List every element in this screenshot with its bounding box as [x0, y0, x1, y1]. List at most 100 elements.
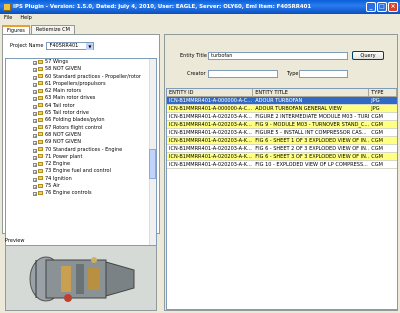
expand-icon[interactable]: + [33, 112, 37, 117]
expand-icon[interactable]: + [33, 177, 37, 182]
tab-strip: Figures Retiemize CM [2, 25, 76, 34]
tree-item[interactable]: +67 Rotors flight control [6, 125, 156, 132]
tree-item-label: 74 Ignition [45, 175, 72, 182]
table-row[interactable]: ICN-B1MMRR401-A-020203-A-K... FIG 10 - EX… [167, 161, 397, 169]
expand-icon[interactable]: + [33, 133, 37, 138]
column-header-entity-id[interactable]: ENTITY ID [167, 89, 254, 96]
tree-item[interactable]: +76 Engine controls [6, 190, 156, 197]
expand-icon[interactable]: + [33, 90, 37, 95]
folder-icon [38, 66, 43, 71]
tree-item-label: 65 Tail rotor drive [45, 110, 89, 117]
table-row[interactable]: ICN-B1MMRR401-A-000000-A-C... ADOUR TURBO… [167, 97, 397, 105]
tree-item[interactable]: +62 Main rotors [6, 88, 156, 95]
cell-entity-id: ICN-B1MMRR401-A-020203-A-K... [169, 154, 252, 160]
tree-item-label: 63 Main rotor drives [45, 95, 96, 102]
folder-icon [38, 183, 43, 188]
tree-item[interactable]: +73 Engine fuel and control [6, 168, 156, 175]
expand-icon[interactable]: + [33, 163, 37, 168]
cell-entity-id: ICN-B1MMRR401-A-020203-A-K... [169, 146, 252, 152]
table-row[interactable]: ICN-B1MMRR401-A-020203-A-K... FIGURE 2 IN… [167, 113, 397, 121]
tree-item-label: 67 Rotors flight control [45, 124, 103, 131]
cell-entity-title: FIG 6 - SHEET 2 OF 3 EXPLODED VIEW OF IN… [255, 146, 370, 152]
tree-item[interactable]: +58 NOT GIVEN [6, 66, 156, 73]
close-button[interactable]: × [388, 2, 398, 12]
cell-type: JPG [371, 98, 380, 104]
tree-item[interactable]: +75 Air [6, 183, 156, 190]
table-row[interactable]: ICN-B1MMRR401-A-020203-A-K... FIG 9 - MOD… [167, 121, 397, 129]
table-row[interactable]: ICN-B1MMRR401-A-000000-A-C... ADOUR TURBO… [167, 105, 397, 113]
cell-entity-title: FIG 6 - SHEET 1 OF 3 EXPLODED VIEW OF IN… [255, 138, 370, 144]
tree-item[interactable]: +74 Ignition [6, 176, 156, 183]
tree-item[interactable]: +71 Power plant [6, 154, 156, 161]
tree-item[interactable]: +64 Tail rotor [6, 103, 156, 110]
expand-icon[interactable]: + [33, 97, 37, 102]
expand-icon[interactable]: + [33, 82, 37, 87]
type-label: Type [287, 71, 299, 77]
tree-item[interactable]: +57 Wings [6, 59, 156, 66]
expand-icon[interactable]: + [33, 192, 37, 197]
tree-item-label: 60 Standard practices - Propeller/rotor [45, 73, 141, 80]
expand-icon[interactable]: + [33, 155, 37, 160]
expand-icon[interactable]: + [33, 126, 37, 131]
tree-item[interactable]: +66 Folding blades/pylon [6, 117, 156, 124]
tree-item-label: 69 NOT GIVEN [45, 139, 81, 146]
creator-input[interactable] [208, 70, 278, 78]
maximize-button[interactable]: □ [377, 2, 387, 12]
expand-icon[interactable]: + [33, 61, 37, 65]
table-row[interactable]: ICN-B1MMRR401-A-020203-A-K... FIG 6 - SHE… [167, 153, 397, 161]
tree-item[interactable]: +72 Engine [6, 161, 156, 168]
cell-entity-id: ICN-B1MMRR401-A-020203-A-K... [169, 138, 252, 144]
tree-item[interactable]: +68 NOT GIVEN [6, 132, 156, 139]
tab-figures[interactable]: Figures [2, 25, 30, 34]
column-header-type[interactable]: TYPE [369, 89, 397, 96]
cell-type: JPG [371, 106, 380, 112]
query-button[interactable]: Query [352, 51, 384, 60]
cell-entity-title: FIG 10 - EXPLODED VIEW OF LP COMPRESS... [255, 162, 368, 168]
minimize-button[interactable]: _ [366, 2, 376, 12]
expand-icon[interactable]: + [33, 68, 37, 73]
expand-icon[interactable]: + [33, 170, 37, 175]
project-name-value: F405RR401 [49, 43, 79, 49]
tree-item[interactable]: +69 NOT GIVEN [6, 139, 156, 146]
cell-entity-title: FIG 6 - SHEET 3 OF 3 EXPLODED VIEW OF IN… [255, 154, 370, 160]
menu-file[interactable]: File [4, 14, 12, 23]
folder-icon [38, 132, 43, 137]
title-bar: IPS Plugin - Version: 1.5.0, Dated: July… [0, 0, 400, 14]
cell-type: CGM [371, 130, 383, 136]
expand-icon[interactable]: + [33, 104, 37, 109]
table-row[interactable]: ICN-B1MMRR401-A-020203-A-K... FIG 6 - SHE… [167, 145, 397, 153]
tree-scrollbar[interactable] [149, 59, 156, 253]
tree-item[interactable]: +60 Standard practices - Propeller/rotor [6, 74, 156, 81]
cell-entity-id: ICN-B1MMRR401-A-000000-A-C... [169, 106, 253, 112]
cell-type: CGM [371, 138, 383, 144]
cell-type: CGM [371, 114, 383, 120]
table-row[interactable]: ICN-B1MMRR401-A-020203-A-K... FIG 6 - SHE… [167, 137, 397, 145]
expand-icon[interactable]: + [33, 119, 37, 124]
menu-bar: File Help [0, 14, 400, 23]
column-header-entity-title[interactable]: ENTITY TITLE [253, 89, 370, 96]
type-input[interactable] [299, 70, 348, 78]
tab-retiemize-cm[interactable]: Retiemize CM [30, 25, 75, 34]
tree-scroll-thumb[interactable] [149, 149, 156, 179]
chevron-down-icon[interactable]: ▼ [86, 43, 94, 50]
expand-icon[interactable]: + [33, 141, 37, 146]
menu-help[interactable]: Help [20, 14, 31, 23]
expand-icon[interactable]: + [33, 185, 37, 190]
chapter-tree[interactable]: +57 Wings +58 NOT GIVEN +60 Standard pract… [5, 58, 157, 254]
folder-icon [38, 190, 43, 195]
turbofan-engine-image [6, 246, 156, 310]
table-row[interactable]: ICN-B1MMRR401-A-020203-A-K... FIGURE 5 - … [167, 129, 397, 137]
expand-icon[interactable]: + [33, 75, 37, 80]
tree-item[interactable]: +63 Main rotor drives [6, 95, 156, 102]
folder-icon [38, 88, 43, 93]
results-grid[interactable]: ENTITY ID ENTITY TITLE TYPE ICN-B1MMRR40… [166, 88, 398, 310]
tree-item[interactable]: +65 Tail rotor drive [6, 110, 156, 117]
folder-icon [38, 59, 43, 64]
folder-icon [38, 110, 43, 115]
project-name-select[interactable]: F405RR401 ▼ [46, 42, 95, 50]
tree-item-label: 68 NOT GIVEN [45, 131, 81, 138]
entity-title-input[interactable]: turbofan [208, 52, 348, 60]
expand-icon[interactable]: + [33, 148, 37, 153]
tree-item[interactable]: +61 Propellers/propulsors [6, 81, 156, 88]
tree-item[interactable]: +70 Standard practices - Engine [6, 147, 156, 154]
